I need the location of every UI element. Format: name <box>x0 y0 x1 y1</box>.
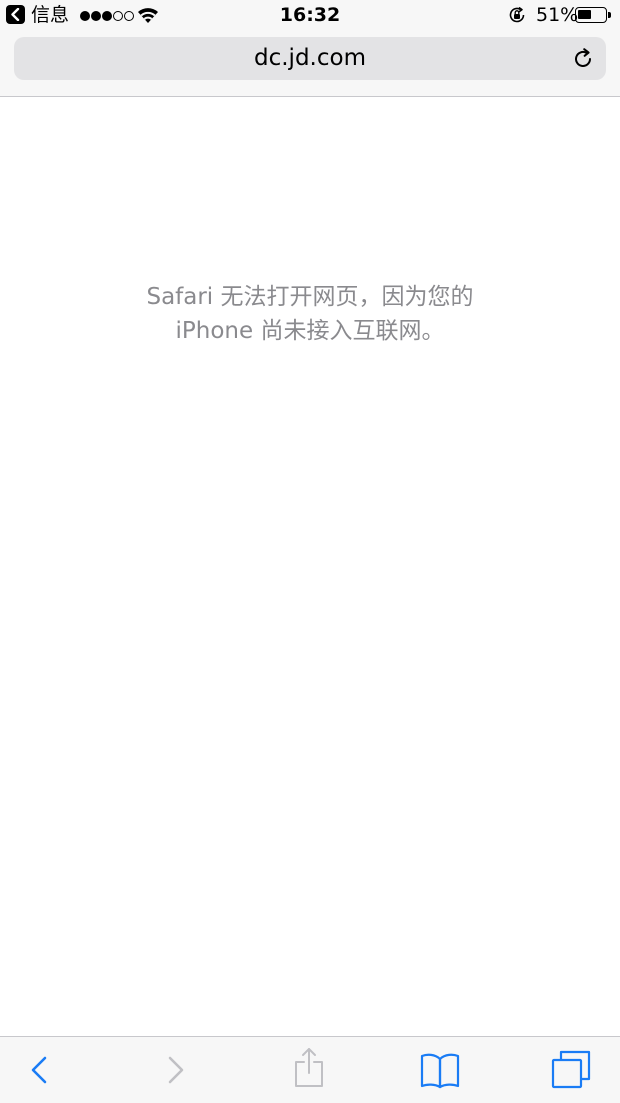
battery-level-fill <box>578 10 591 19</box>
bookmarks-button[interactable] <box>410 1037 470 1103</box>
battery-percentage: 51% <box>536 4 579 26</box>
error-message-line-1: Safari 无法打开网页，因为您的 <box>146 284 474 310</box>
forward-button[interactable] <box>146 1037 206 1103</box>
error-message-line-2: iPhone 尚未接入互联网。 <box>175 318 445 344</box>
url-text[interactable]: dc.jd.com <box>14 37 606 80</box>
tabs-button[interactable] <box>541 1037 601 1103</box>
share-button[interactable] <box>279 1037 339 1103</box>
bottom-toolbar <box>0 1036 620 1103</box>
status-bar: 信息 16:32 51% <box>0 0 620 32</box>
book-icon <box>420 1053 460 1089</box>
address-bar: dc.jd.com <box>0 32 620 97</box>
chevron-right-icon <box>168 1056 184 1084</box>
reload-icon[interactable] <box>571 47 595 71</box>
battery-icon <box>575 7 607 23</box>
connection-error-message: Safari 无法打开网页，因为您的 iPhone 尚未接入互联网。 <box>60 280 560 348</box>
battery-tip <box>608 12 611 18</box>
url-field[interactable]: dc.jd.com <box>14 37 606 80</box>
rotation-lock-icon <box>509 6 525 23</box>
back-button[interactable] <box>10 1037 70 1103</box>
clock: 16:32 <box>279 4 341 26</box>
share-icon <box>295 1048 323 1087</box>
tabs-icon <box>551 1050 591 1089</box>
chevron-left-icon <box>31 1056 47 1084</box>
